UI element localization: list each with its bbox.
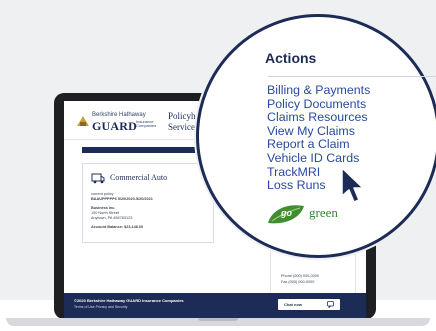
contact-fax: Fax (000) 000-0000 [281, 280, 315, 284]
vehicle-icon [91, 173, 105, 184]
logo-line1: Berkshire Hathaway [92, 112, 146, 118]
actions-divider [268, 76, 436, 77]
chat-now-button[interactable]: Chat now [278, 299, 340, 310]
action-vehicle-id-cards[interactable]: Vehicle ID Cards [267, 151, 370, 166]
go-green-badge[interactable]: go green [266, 203, 346, 225]
go-green-go: go [281, 208, 292, 218]
action-billing-payments[interactable]: Billing & Payments [267, 83, 370, 98]
insured-name: Business Inc. [91, 206, 116, 210]
action-view-my-claims[interactable]: View My Claims [267, 124, 370, 139]
contact-phone: Phone (000) 000-0000 [281, 274, 319, 278]
actions-title: Actions [265, 50, 317, 66]
logo-sub: Insurance Companies [136, 119, 157, 128]
insured-address-2: Anytown, PA 456783123 [91, 216, 133, 220]
cursor-arrow-icon [341, 167, 364, 203]
guard-logo-icon [77, 116, 89, 126]
policy-label: current policy [91, 192, 114, 196]
policy-number: BAAUPPPPP6 5/20/2020-5/20/2021 [91, 197, 153, 201]
action-report-a-claim[interactable]: Report a Claim [267, 138, 370, 152]
logo-brand[interactable]: GUARD [92, 119, 137, 134]
policy-card[interactable]: Commercial Auto current policy BAAUPPPPP… [82, 163, 214, 243]
chat-icon [327, 301, 334, 308]
policy-card-title[interactable]: Commercial Auto [110, 173, 167, 182]
action-policy-documents[interactable]: Policy Documents [267, 97, 370, 112]
footer-links[interactable]: Terms of Use Privacy and Security [74, 305, 128, 309]
insured-address-1: 100 North Street [91, 211, 119, 215]
laptop-base-notch [198, 318, 238, 321]
account-balance: Account Balance: $23,148.00 [91, 225, 144, 229]
action-claims-resources[interactable]: Claims Resources [267, 111, 370, 125]
footer-copyright: ©2020 Berkshire Hathaway GUARD Insurance… [74, 298, 184, 303]
chat-now-label: Chat now [284, 302, 302, 307]
site-footer: ©2020 Berkshire Hathaway GUARD Insurance… [64, 293, 366, 320]
go-green-text: green [309, 205, 338, 220]
